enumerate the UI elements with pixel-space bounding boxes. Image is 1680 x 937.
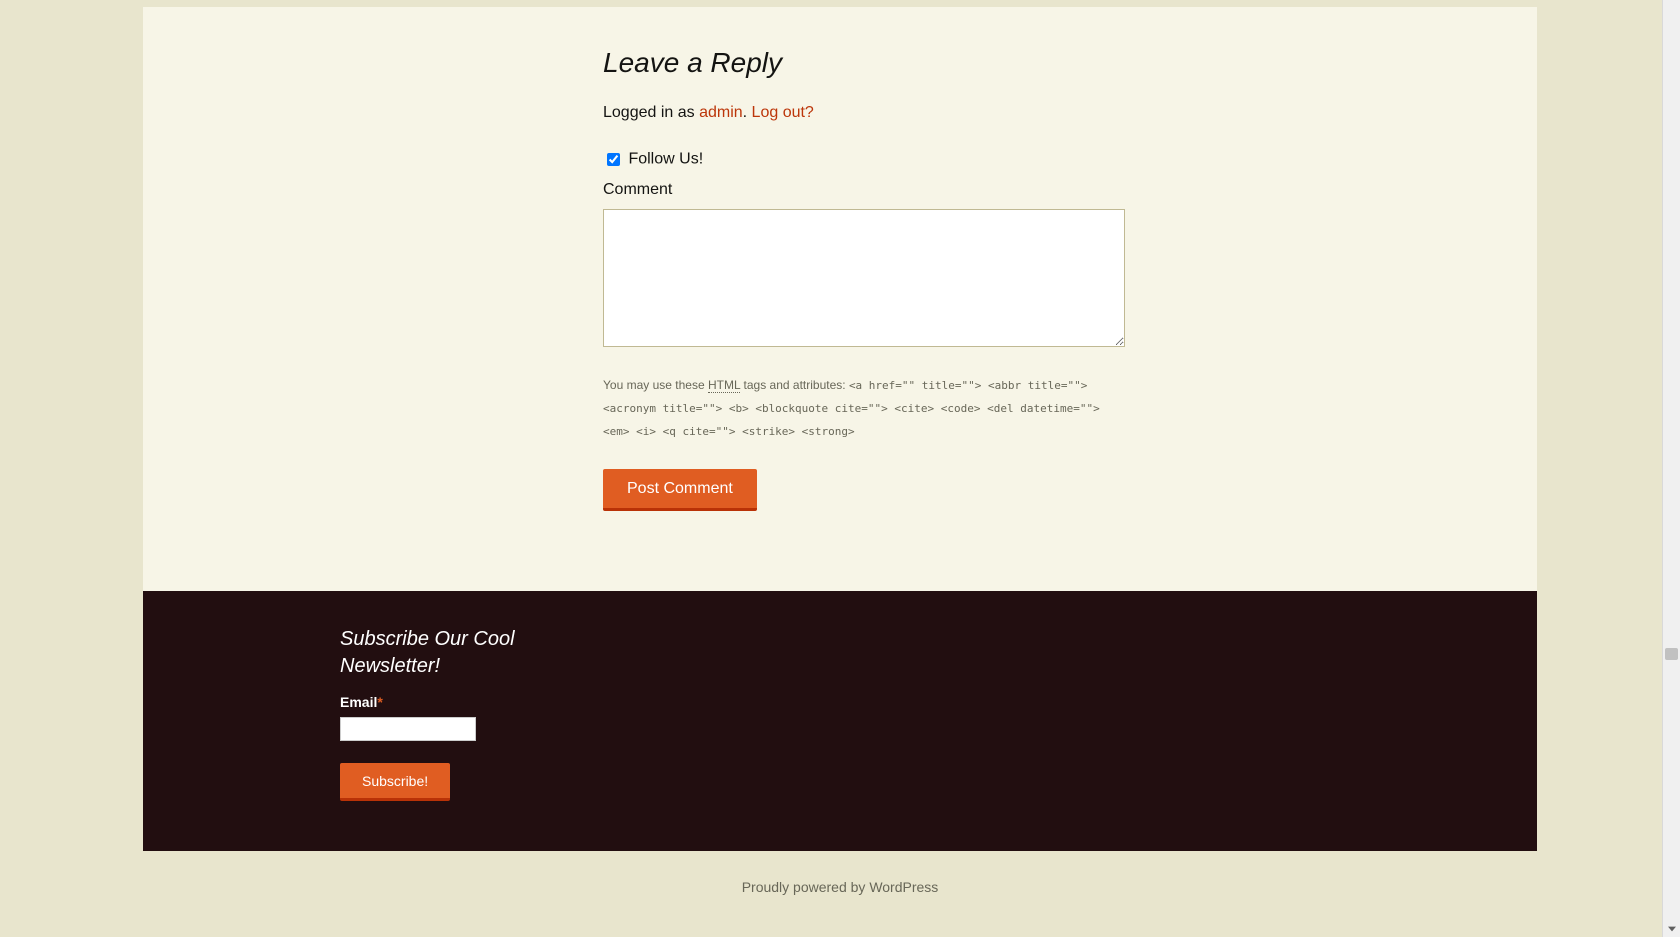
reply-title: Leave a Reply [603, 47, 1477, 79]
newsletter-email-input[interactable] [340, 717, 476, 741]
footer-widget-area: Subscribe Our Cool Newsletter! Email* Su… [143, 591, 1537, 851]
follow-us-checkbox[interactable] [607, 153, 620, 166]
follow-us-row: Follow Us! [603, 150, 1477, 169]
admin-profile-link[interactable]: admin [699, 104, 743, 121]
html-abbr: HTML [708, 378, 740, 393]
comment-textarea[interactable] [603, 209, 1125, 347]
comment-field-label: Comment [603, 181, 1477, 199]
scrollbar-thumb[interactable] [1665, 648, 1678, 660]
scrollbar[interactable] [1662, 0, 1680, 937]
allowed-tags-suffix: tags and attributes: [740, 378, 849, 392]
allowed-tags-note: You may use these HTML tags and attribut… [603, 374, 1125, 443]
logged-in-status: Logged in as admin. Log out? [603, 104, 1477, 122]
newsletter-widget-title: Subscribe Our Cool Newsletter! [340, 626, 520, 680]
logged-in-prefix: Logged in as [603, 104, 699, 121]
subscribe-button[interactable]: Subscribe! [340, 763, 450, 801]
follow-us-label[interactable]: Follow Us! [628, 151, 703, 168]
post-comment-button[interactable]: Post Comment [603, 469, 757, 511]
allowed-tags-prefix: You may use these [603, 378, 708, 392]
logout-link[interactable]: Log out? [752, 104, 814, 121]
newsletter-email-label: Email [340, 694, 377, 710]
top-strip [143, 0, 1537, 7]
scrollbar-down-arrow-icon[interactable] [1663, 920, 1680, 937]
wordpress-credit-link[interactable]: Proudly powered by WordPress [742, 879, 939, 895]
site-info-bar: Proudly powered by WordPress [143, 851, 1537, 937]
comment-form-region: Leave a Reply Logged in as admin. Log ou… [143, 7, 1537, 591]
required-asterisk: * [377, 694, 382, 710]
logged-in-sep: . [743, 104, 752, 121]
